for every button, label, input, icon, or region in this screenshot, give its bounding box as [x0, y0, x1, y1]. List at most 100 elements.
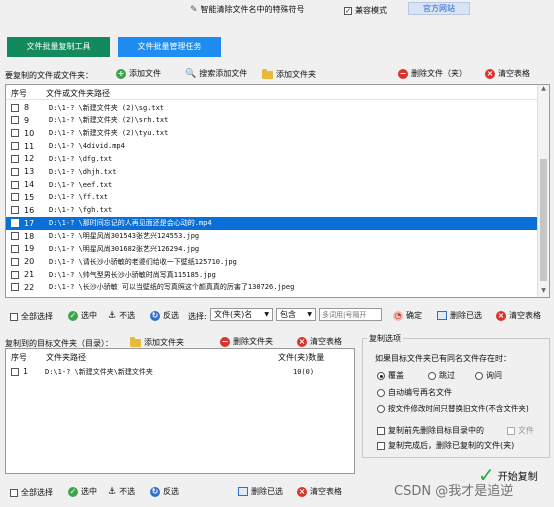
filter-mode-select[interactable]: 包含 ▼ [276, 308, 316, 321]
delete-file-button[interactable]: − 删除文件（夹） [398, 68, 467, 79]
clear-table-button-bottom[interactable]: × 清空表格 [496, 310, 541, 321]
search-add-file-button[interactable]: 🔍 搜索添加文件 [185, 68, 247, 79]
row-checkbox[interactable] [11, 167, 19, 176]
filter-keyword-input[interactable] [319, 308, 382, 321]
select-checked-button[interactable]: ✓ 选中 [68, 310, 97, 321]
row-checkbox[interactable] [11, 232, 19, 240]
add-target-folder-button[interactable]: 添加文件夹 [130, 336, 184, 348]
auto-rename-radio[interactable]: 自动编号再名文件 [377, 387, 452, 398]
invert-selection-button[interactable]: ↻ 反选 [150, 310, 179, 321]
clear-target-table-button[interactable]: × 清空表格 [297, 336, 342, 347]
close-icon: × [297, 486, 307, 497]
table-row[interactable]: 20 D:\1-? \请长沙小骄敏的老婆们给收一下壁纸125710.jpg [6, 255, 537, 268]
row-path: D:\1-? \4divid.mp4 [49, 142, 125, 151]
smart-clean-label: 智能清除文件名中的特殊符号 [200, 5, 305, 14]
select-all-checkbox[interactable]: 全部选择 [10, 311, 53, 322]
files-only-label: 文件 [518, 426, 534, 435]
row-number: 19 [24, 244, 35, 254]
source-file-table[interactable]: 序号 文件或文件夹路径 8 D:\1-? \新建文件夹 (2)\sg.txt 9 D:… [5, 84, 550, 298]
files-only-box[interactable] [507, 426, 515, 435]
table-row[interactable]: 22 D:\1-? \长沙小骄敏 可以当壁纸的写真照这个颜真真的厉害了130726… [6, 281, 537, 294]
table-row[interactable]: 10 D:\1-? \新建文件夹 (2)\tyu.txt [6, 127, 537, 140]
add-folder-button[interactable]: 添加文件夹 [262, 68, 316, 80]
confirm-button[interactable]: ◔ 确定 [393, 310, 422, 321]
row-checkbox[interactable] [11, 244, 19, 253]
files-only-checkbox[interactable]: 文件 [507, 425, 534, 436]
row-path: D:\1-? \新建文件夹 (2)\srh.txt [49, 116, 169, 125]
target-select-all-checkbox[interactable]: 全部选择 [10, 487, 53, 498]
delete-after-checkbox[interactable]: 复制完成后，删除已复制的文件(夹) [377, 440, 514, 451]
row-checkbox[interactable] [11, 103, 19, 112]
row-checkbox[interactable] [11, 154, 19, 163]
target-select-checked-button[interactable]: ✓ 选中 [68, 486, 97, 497]
delete-selected-button[interactable]: 删除已选 [437, 310, 482, 321]
table-row[interactable]: 19 D:\1-? \明星风尚301682张艺兴126294.jpg [6, 242, 537, 255]
ask-radio-dot[interactable] [475, 371, 483, 380]
row-checkbox[interactable] [11, 219, 19, 228]
skip-radio-dot[interactable] [428, 371, 436, 380]
row-checkbox[interactable] [11, 206, 19, 215]
delete-target-folder-button[interactable]: − 删除文件夹 [220, 336, 273, 347]
tab-batch-copy[interactable]: 文件批量复制工具 [7, 37, 110, 57]
table-row[interactable]: 16 D:\1-? \fgh.txt [6, 204, 537, 217]
row-number: 21 [24, 270, 35, 280]
row-checkbox[interactable] [11, 367, 19, 376]
table-row[interactable]: 8 D:\1-? \新建文件夹 (2)\sg.txt [6, 101, 537, 114]
tab-batch-manage[interactable]: 文件批量管理任务 [118, 37, 221, 57]
scroll-up-arrow[interactable]: ▲ [538, 85, 549, 95]
delete-after-label: 复制完成后，删除已复制的文件(夹) [388, 441, 515, 450]
row-checkbox[interactable] [11, 116, 19, 125]
table-row[interactable]: 14 D:\1-? \eef.txt [6, 178, 537, 191]
target-invert-button[interactable]: ↻ 反选 [150, 486, 179, 497]
filter-type-select[interactable]: 文件(夹)名 ▼ [210, 308, 273, 321]
target-folder-table[interactable]: 序号 文件夹路径 文件(夹)数量 1 D:\1-? \新建文件夹\新建文件夹 1… [5, 348, 355, 474]
target-select-all-box[interactable] [10, 488, 18, 497]
row-checkbox[interactable] [11, 142, 19, 151]
table-row[interactable]: 17 D:\1-? \那时间忘记的人再见面还是会心动的.mp4 [6, 216, 537, 230]
scroll-thumb[interactable] [540, 159, 547, 281]
by-time-radio[interactable]: 按文件修改时间只替换旧文件(不含文件夹) [377, 403, 529, 414]
table-row[interactable]: 15 D:\1-? \ff.txt [6, 191, 537, 204]
col-no-header: 序号 [11, 88, 27, 98]
overwrite-radio[interactable]: 覆盖 [377, 370, 404, 381]
minus-icon: − [398, 68, 408, 79]
compat-checkbox-box[interactable] [344, 6, 352, 15]
by-time-radio-dot[interactable] [377, 404, 385, 413]
table-row[interactable]: 18 D:\1-? \明星风尚301543张艺兴124553.jpg [6, 230, 537, 243]
unselect-button[interactable]: ⚓ 不选 [108, 310, 135, 321]
clear-before-box[interactable] [377, 426, 385, 435]
row-checkbox[interactable] [11, 180, 19, 189]
clear-before-checkbox[interactable]: 复制前先删除目标目录中的 [377, 425, 484, 436]
clear-label-bottom: 清空表格 [509, 311, 541, 320]
smart-clean-toggle[interactable]: ✎ 智能清除文件名中的特殊符号 [190, 4, 305, 15]
table-row[interactable]: 21 D:\1-? \帅气型男长沙小骄敏时尚写真115185.jpg [6, 268, 537, 281]
table-row[interactable]: 12 D:\1-? \dfg.txt [6, 152, 537, 165]
target-row[interactable]: 1 D:\1-? \新建文件夹\新建文件夹 10(0) [6, 365, 354, 378]
target-invert-label: 反选 [163, 487, 179, 496]
row-checkbox[interactable] [11, 257, 19, 266]
table-row[interactable]: 11 D:\1-? \4divid.mp4 [6, 140, 537, 153]
table-row[interactable]: 13 D:\1-? \dhjh.txt [6, 165, 537, 178]
select-all-box[interactable] [10, 312, 18, 321]
target-unselect-button[interactable]: ⚓ 不选 [108, 486, 135, 497]
row-path: D:\1-? \fgh.txt [49, 206, 113, 215]
row-checkbox[interactable] [11, 270, 19, 279]
add-file-button[interactable]: + 添加文件 [116, 68, 161, 79]
row-checkbox[interactable] [11, 283, 19, 292]
ask-radio[interactable]: 询问 [475, 370, 502, 381]
row-path: D:\1-? \dfg.txt [49, 154, 113, 163]
overwrite-radio-dot[interactable] [377, 371, 385, 380]
compat-mode-checkbox[interactable]: 兼容模式 [344, 5, 387, 16]
table-row[interactable]: 9 D:\1-? \新建文件夹 (2)\srh.txt [6, 114, 537, 127]
target-clear-table-button[interactable]: × 清空表格 [297, 486, 342, 497]
official-site-link[interactable]: 官方网站 [408, 2, 470, 15]
auto-rename-radio-dot[interactable] [377, 388, 385, 397]
target-delete-selected-button[interactable]: 删除已选 [238, 486, 283, 497]
scroll-down-arrow[interactable]: ▼ [538, 287, 549, 297]
skip-radio[interactable]: 跳过 [428, 370, 455, 381]
row-checkbox[interactable] [11, 129, 19, 138]
clear-table-button[interactable]: × 清空表格 [485, 68, 530, 79]
delete-after-box[interactable] [377, 441, 385, 450]
row-checkbox[interactable] [11, 193, 19, 202]
vertical-scrollbar[interactable]: ▲ ▼ [537, 85, 549, 297]
